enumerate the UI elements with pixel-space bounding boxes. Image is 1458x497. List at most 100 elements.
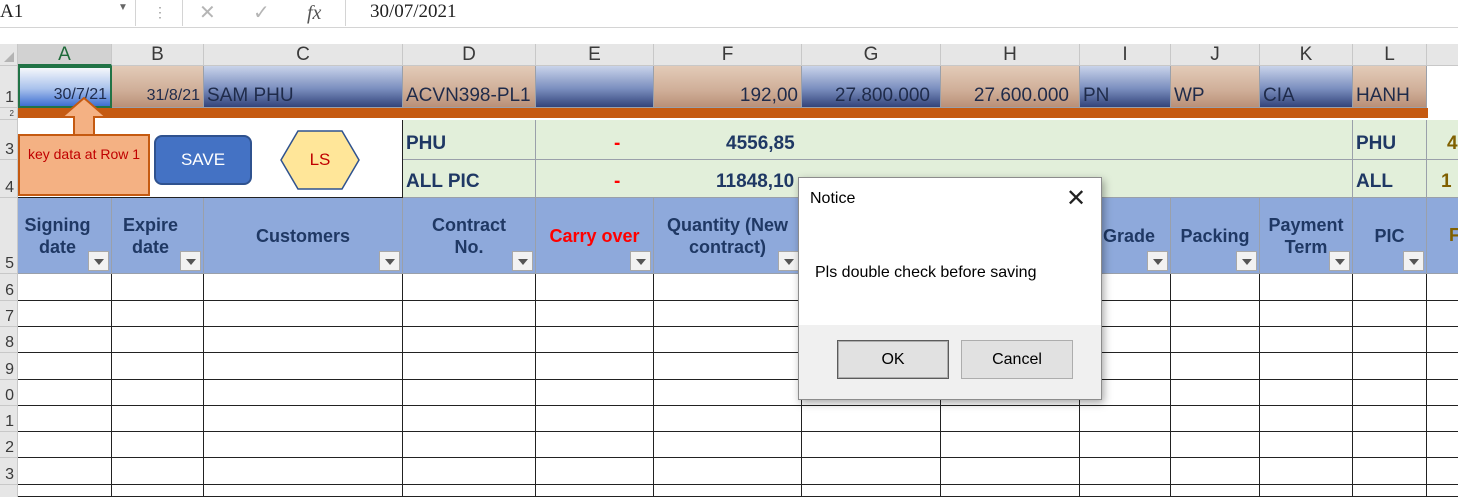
grid-cell[interactable] <box>1427 485 1458 497</box>
grid-cell[interactable] <box>536 274 654 301</box>
insert-function-icon[interactable]: fx <box>307 0 321 26</box>
grid-cell[interactable] <box>1171 327 1260 353</box>
filter-dropdown-icon[interactable] <box>88 251 109 271</box>
column-header-l[interactable]: L <box>1353 44 1427 66</box>
cell-f1-quantity[interactable]: 192,00 <box>654 66 802 108</box>
grid-cell[interactable] <box>204 458 403 485</box>
grid-cell[interactable] <box>536 301 654 327</box>
summary-carry-over-all[interactable]: - <box>536 160 654 198</box>
grid-cell[interactable] <box>403 301 536 327</box>
grid-cell[interactable] <box>1353 380 1427 406</box>
name-box-dropdown-icon[interactable]: ▼ <box>118 2 128 13</box>
grid-cell[interactable] <box>403 485 536 497</box>
grid-cell[interactable] <box>403 406 536 432</box>
grid-cell[interactable] <box>1427 458 1458 485</box>
grid-cell[interactable] <box>204 327 403 353</box>
grid-cell[interactable] <box>1260 353 1353 380</box>
grid-cell[interactable] <box>1427 432 1458 458</box>
cell-g1[interactable]: 27.800.000 <box>802 66 941 108</box>
column-header-d[interactable]: D <box>403 44 536 66</box>
confirm-entry-icon[interactable]: ✓ <box>253 0 270 26</box>
close-icon[interactable]: ✕ <box>1063 186 1089 212</box>
summary-right-value-all[interactable]: 1 <box>1427 160 1458 198</box>
grid-cell[interactable] <box>403 353 536 380</box>
grid-cell[interactable] <box>536 353 654 380</box>
grid-cell[interactable] <box>112 353 204 380</box>
grid-cell[interactable] <box>654 301 802 327</box>
grid-cell[interactable] <box>941 432 1080 458</box>
grid-cell[interactable] <box>654 380 802 406</box>
grid-cell[interactable] <box>1260 485 1353 497</box>
grid-cell[interactable] <box>1171 406 1260 432</box>
grid-cell[interactable] <box>654 353 802 380</box>
grid-cell[interactable] <box>204 274 403 301</box>
grid-cell[interactable] <box>204 432 403 458</box>
grid-cell[interactable] <box>536 432 654 458</box>
filter-dropdown-icon[interactable] <box>630 251 651 271</box>
filter-dropdown-icon[interactable] <box>512 251 533 271</box>
grid-cell[interactable] <box>112 380 204 406</box>
grid-cell[interactable] <box>403 274 536 301</box>
grid-cell[interactable] <box>536 485 654 497</box>
grid-cell[interactable] <box>1080 458 1171 485</box>
cell-b1-expire-date[interactable]: 31/8/21 <box>112 66 204 108</box>
grid-cell[interactable] <box>802 458 941 485</box>
grid-cell[interactable] <box>1080 485 1171 497</box>
filter-dropdown-icon[interactable] <box>1236 251 1257 271</box>
grid-cell[interactable] <box>1171 301 1260 327</box>
grid-cell[interactable] <box>802 406 941 432</box>
cell-d1-contract-no[interactable]: ACVN398-PL1 <box>403 66 536 108</box>
column-header-k[interactable]: K <box>1260 44 1353 66</box>
grid-cell[interactable] <box>204 485 403 497</box>
grid-cell[interactable] <box>1260 301 1353 327</box>
grid-cell[interactable] <box>1427 380 1458 406</box>
column-header-g[interactable]: G <box>802 44 941 66</box>
grid-cell[interactable] <box>403 458 536 485</box>
row-header[interactable]: 7 <box>0 301 17 327</box>
grid-cell[interactable] <box>654 406 802 432</box>
name-box[interactable]: A1 <box>0 0 136 26</box>
grid-cell[interactable] <box>1080 406 1171 432</box>
grid-cell[interactable] <box>1260 327 1353 353</box>
grid-cell[interactable] <box>654 458 802 485</box>
grid-cell[interactable] <box>1427 353 1458 380</box>
column-header-h[interactable]: H <box>941 44 1080 66</box>
grid-cell[interactable] <box>112 327 204 353</box>
grid-cell[interactable] <box>112 301 204 327</box>
grid-cell[interactable] <box>654 274 802 301</box>
cell-j1-packing[interactable]: WP <box>1171 66 1260 108</box>
grid-cell[interactable] <box>18 432 112 458</box>
grid-cell[interactable] <box>536 458 654 485</box>
filter-dropdown-icon[interactable] <box>1329 251 1350 271</box>
cell-k1-payment-term[interactable]: CIA <box>1260 66 1353 108</box>
grid-cell[interactable] <box>1353 406 1427 432</box>
ok-button[interactable]: OK <box>837 340 949 379</box>
grid-cell[interactable] <box>204 353 403 380</box>
grid-cell[interactable] <box>1171 485 1260 497</box>
grid-cell[interactable] <box>18 274 112 301</box>
filter-dropdown-icon[interactable] <box>180 251 201 271</box>
column-header-b[interactable]: B <box>112 44 204 66</box>
filter-dropdown-icon[interactable] <box>1147 251 1168 271</box>
column-header-f[interactable]: F <box>654 44 802 66</box>
key-data-note[interactable]: key data at Row 1 <box>18 134 150 196</box>
grid-cell[interactable] <box>1427 406 1458 432</box>
grid-cell[interactable] <box>1353 301 1427 327</box>
row-header[interactable]: 4 <box>0 160 17 198</box>
grid-cell[interactable] <box>941 406 1080 432</box>
grid-cell[interactable] <box>18 380 112 406</box>
grid-cell[interactable] <box>941 458 1080 485</box>
row-header[interactable]: 0 <box>0 380 17 406</box>
grid-cell[interactable] <box>403 327 536 353</box>
grid-cell[interactable] <box>802 432 941 458</box>
grid-cell[interactable] <box>941 485 1080 497</box>
cell-e1-carry-over[interactable] <box>536 66 654 108</box>
grid-cell[interactable] <box>1427 327 1458 353</box>
grid-cell[interactable] <box>204 301 403 327</box>
column-header-e[interactable]: E <box>536 44 654 66</box>
column-header-a[interactable]: A <box>18 44 112 66</box>
grid-cell[interactable] <box>18 301 112 327</box>
row-header[interactable]: 1 <box>0 406 17 432</box>
grid-cell[interactable] <box>1171 274 1260 301</box>
grid-cell[interactable] <box>18 485 112 497</box>
